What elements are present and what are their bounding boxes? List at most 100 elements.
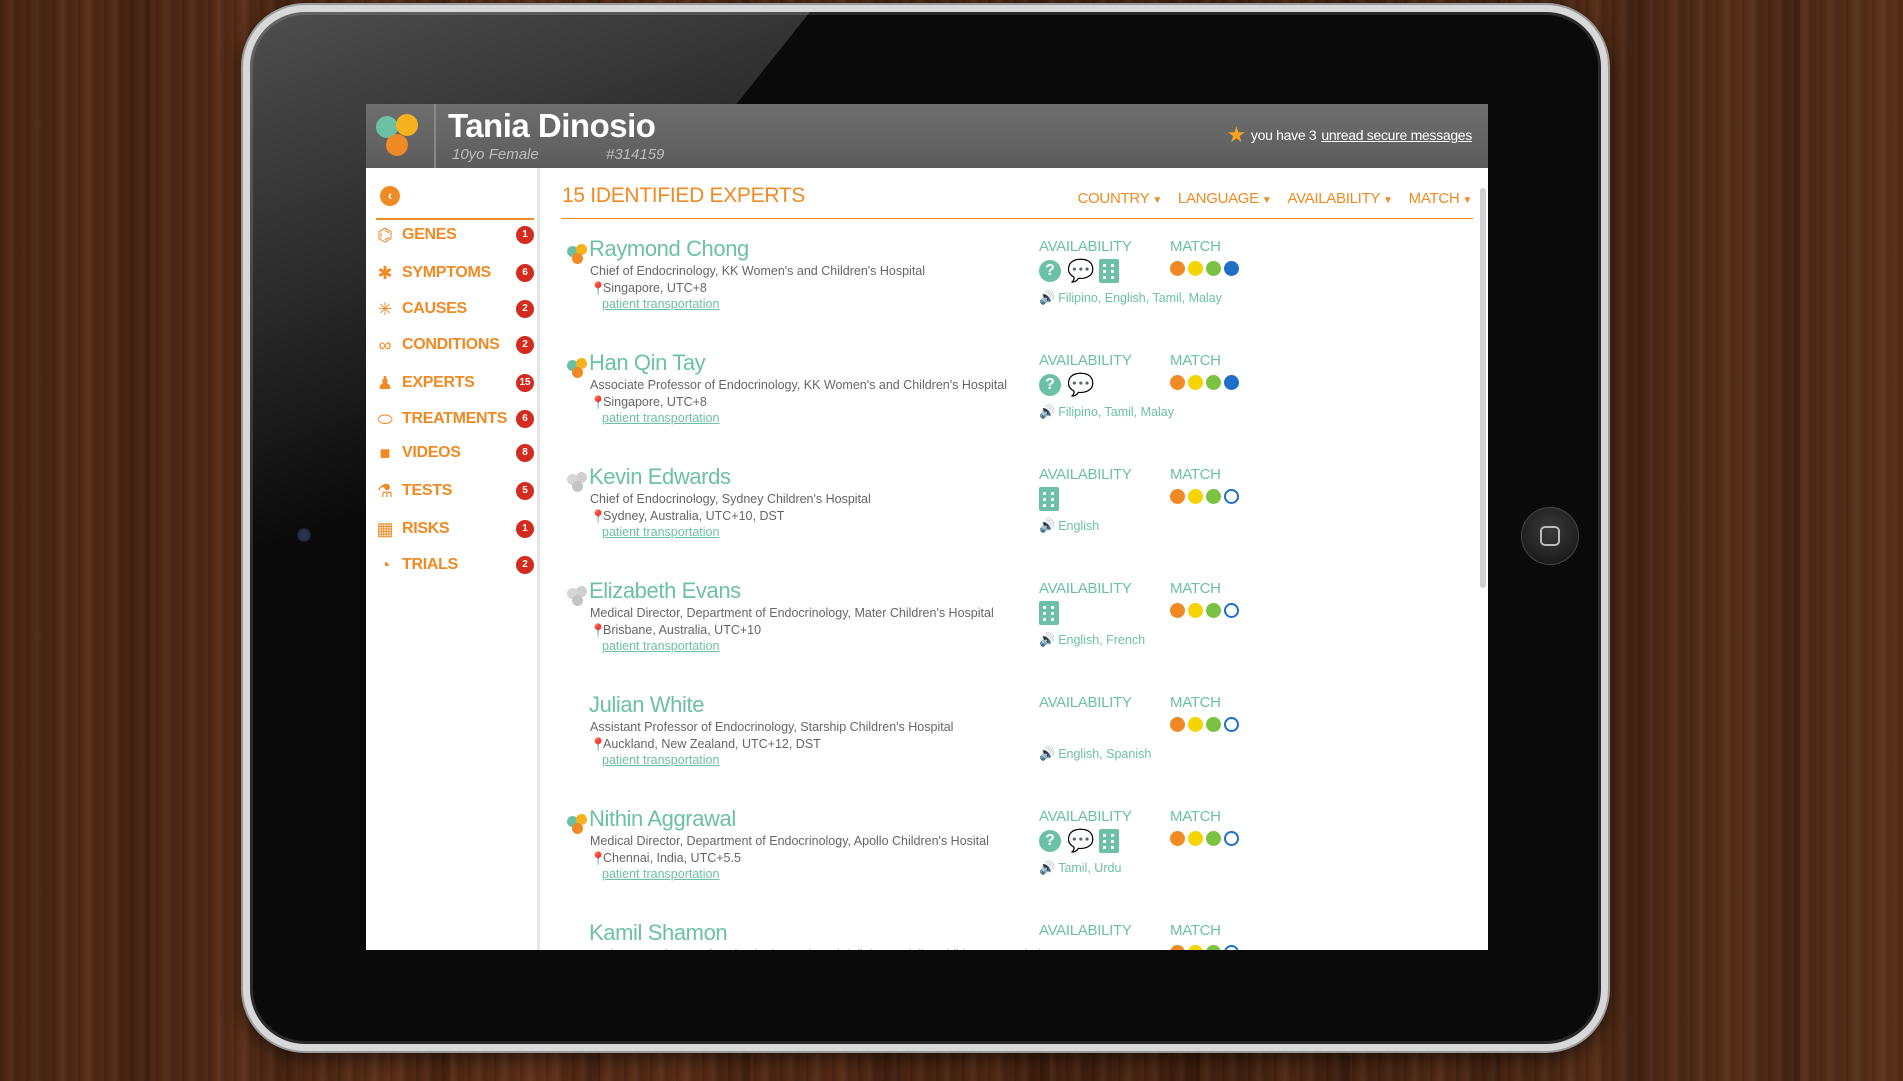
expert-name[interactable]: Raymond Chong — [589, 236, 749, 262]
languages-text: Filipino, English, Tamil, Malay — [1058, 291, 1222, 305]
match-dot-filled — [1170, 717, 1185, 732]
match-dot-filled — [1188, 375, 1203, 390]
patient-id: #314159 — [606, 146, 665, 163]
filter-availability[interactable]: AVAILABILITY ▼ — [1288, 190, 1393, 207]
user-icon: ♟ — [376, 373, 394, 393]
sidebar-item-risks[interactable]: ▦ RISKS 1 — [374, 514, 534, 544]
availability-icons: ? 💬 — [1039, 372, 1094, 398]
match-rating — [1170, 717, 1239, 732]
sidebar-item-label: EXPERTS — [402, 374, 475, 391]
question-icon[interactable]: ? — [1039, 830, 1061, 852]
match-rating — [1170, 945, 1239, 950]
expert-location: 📍 Singapore, UTC+8 — [590, 281, 707, 295]
home-button[interactable] — [1521, 507, 1579, 565]
filter-label: COUNTRY — [1077, 190, 1150, 207]
sidebar-item-treatments[interactable]: ⬭ TREATMENTS 6 — [374, 404, 534, 434]
match-label: MATCH — [1170, 808, 1221, 825]
match-dot-filled — [1170, 489, 1185, 504]
count-badge: 2 — [516, 300, 534, 318]
patient-transportation-link[interactable]: patient transportation — [602, 639, 719, 653]
patient-transportation-link[interactable]: patient transportation — [602, 525, 719, 539]
hospital-icon[interactable] — [1039, 487, 1059, 511]
chat-icon[interactable]: 💬 — [1067, 260, 1094, 282]
count-badge: 15 — [516, 374, 534, 392]
logo-dot-icon — [572, 253, 583, 264]
sidebar-item-causes[interactable]: ✳ CAUSES 2 — [374, 294, 534, 324]
availability-icons — [1039, 600, 1059, 626]
chart-icon: ▦ — [376, 519, 394, 539]
sidebar-item-tests[interactable]: ⚗ TESTS 5 — [374, 476, 534, 506]
count-badge: 6 — [516, 264, 534, 282]
back-arrow-icon[interactable]: ‹ — [380, 186, 400, 206]
count-badge: 5 — [516, 482, 534, 500]
match-dot-filled — [1224, 375, 1239, 390]
sidebar-item-trials[interactable]: ◔ TRIALS 2 — [374, 550, 534, 580]
expert-location: 📍 Singapore, UTC+8 — [590, 395, 707, 409]
count-badge: 6 — [516, 410, 534, 428]
match-rating — [1170, 831, 1239, 846]
match-label: MATCH — [1170, 580, 1221, 597]
sidebar-item-label: SYMPTOMS — [402, 264, 491, 281]
expert-name[interactable]: Julian White — [589, 692, 704, 718]
expert-name[interactable]: Nithin Aggrawal — [589, 806, 736, 832]
count-badge: 2 — [516, 336, 534, 354]
sidebar-item-conditions[interactable]: ∞ CONDITIONS 2 — [374, 330, 534, 360]
expert-logo-icon — [567, 814, 589, 836]
availability-label: AVAILABILITY — [1039, 808, 1132, 825]
home-square-icon — [1540, 526, 1560, 546]
sidebar-item-genes[interactable]: ⌬ GENES 1 — [374, 220, 534, 250]
expert-location: 📍 Sydney, Australia, UTC+10, DST — [590, 509, 784, 523]
expert-location: 📍 Chennai, India, UTC+5.5 — [590, 851, 741, 865]
speaker-icon: 🔊 — [1039, 518, 1056, 533]
match-label: MATCH — [1170, 352, 1221, 369]
filter-bar: COUNTRY ▼ LANGUAGE ▼ AVAILABILITY ▼ MATCH ▼ — [1077, 190, 1473, 207]
hospital-icon[interactable] — [1039, 601, 1059, 625]
logo-dot-orange-icon — [386, 134, 408, 156]
chat-icon[interactable]: 💬 — [1067, 830, 1094, 852]
location-text: Sydney, Australia, UTC+10, DST — [603, 509, 785, 523]
sidebar-item-symptoms[interactable]: ✱ SYMPTOMS 6 — [374, 258, 534, 288]
camera-icon — [297, 528, 311, 542]
expert-location: 📍 Brisbane, Australia, UTC+10 — [590, 623, 761, 637]
sidebar-item-label: TRIALS — [402, 556, 458, 573]
expert-name[interactable]: Kamil Shamon — [589, 920, 728, 946]
video-icon: ■ — [379, 443, 391, 463]
pie-icon: ◔ — [379, 555, 391, 575]
expert-name[interactable]: Kevin Edwards — [589, 464, 731, 490]
speaker-icon: 🔊 — [1039, 746, 1056, 761]
logo-dot-icon — [572, 595, 583, 606]
filter-country[interactable]: COUNTRY ▼ — [1077, 190, 1163, 207]
chat-icon[interactable]: 💬 — [1067, 374, 1094, 396]
location-text: Auckland, New Zealand, UTC+12, DST — [603, 737, 821, 751]
sidebar-item-videos[interactable]: ■ VIDEOS 8 — [374, 438, 534, 468]
patient-transportation-link[interactable]: patient transportation — [602, 411, 719, 425]
match-dot-filled — [1206, 261, 1221, 276]
expert-name[interactable]: Han Qin Tay — [589, 350, 706, 376]
patient-transportation-link[interactable]: patient transportation — [602, 297, 719, 311]
filter-match[interactable]: MATCH ▼ — [1409, 190, 1473, 207]
app-logo[interactable] — [366, 104, 436, 168]
sidebar-item-experts[interactable]: ♟ EXPERTS 15 — [374, 368, 534, 398]
match-dot-filled — [1188, 717, 1203, 732]
question-icon[interactable]: ? — [1039, 374, 1061, 396]
patient-transportation-link[interactable]: patient transportation — [602, 753, 719, 767]
match-dot-empty — [1224, 945, 1239, 950]
speaker-icon: 🔊 — [1039, 860, 1056, 875]
match-dot-filled — [1170, 603, 1185, 618]
scrollbar[interactable] — [1480, 188, 1486, 588]
match-label: MATCH — [1170, 922, 1221, 939]
expert-name[interactable]: Elizabeth Evans — [589, 578, 741, 604]
expert-row: Han Qin Tay Associate Professor of Endocr… — [543, 350, 1443, 462]
question-icon[interactable]: ? — [1039, 260, 1061, 282]
expert-title: Medical Director, Department of Endocrin… — [590, 606, 994, 620]
availability-label: AVAILABILITY — [1039, 466, 1132, 483]
experts-panel: 15 IDENTIFIED EXPERTS COUNTRY ▼ LANGUAGE ▼ A… — [543, 168, 1488, 950]
patient-transportation-link[interactable]: patient transportation — [602, 867, 719, 881]
filter-language[interactable]: LANGUAGE ▼ — [1178, 190, 1272, 207]
hospital-icon[interactable] — [1099, 259, 1119, 283]
hospital-icon[interactable] — [1099, 829, 1119, 853]
caret-down-icon: ▼ — [1152, 195, 1162, 206]
unread-messages-link[interactable]: unread secure messages — [1321, 127, 1472, 143]
expert-row: Elizabeth Evans Medical Director, Departm… — [543, 578, 1443, 690]
caret-down-icon: ▼ — [1261, 195, 1272, 206]
